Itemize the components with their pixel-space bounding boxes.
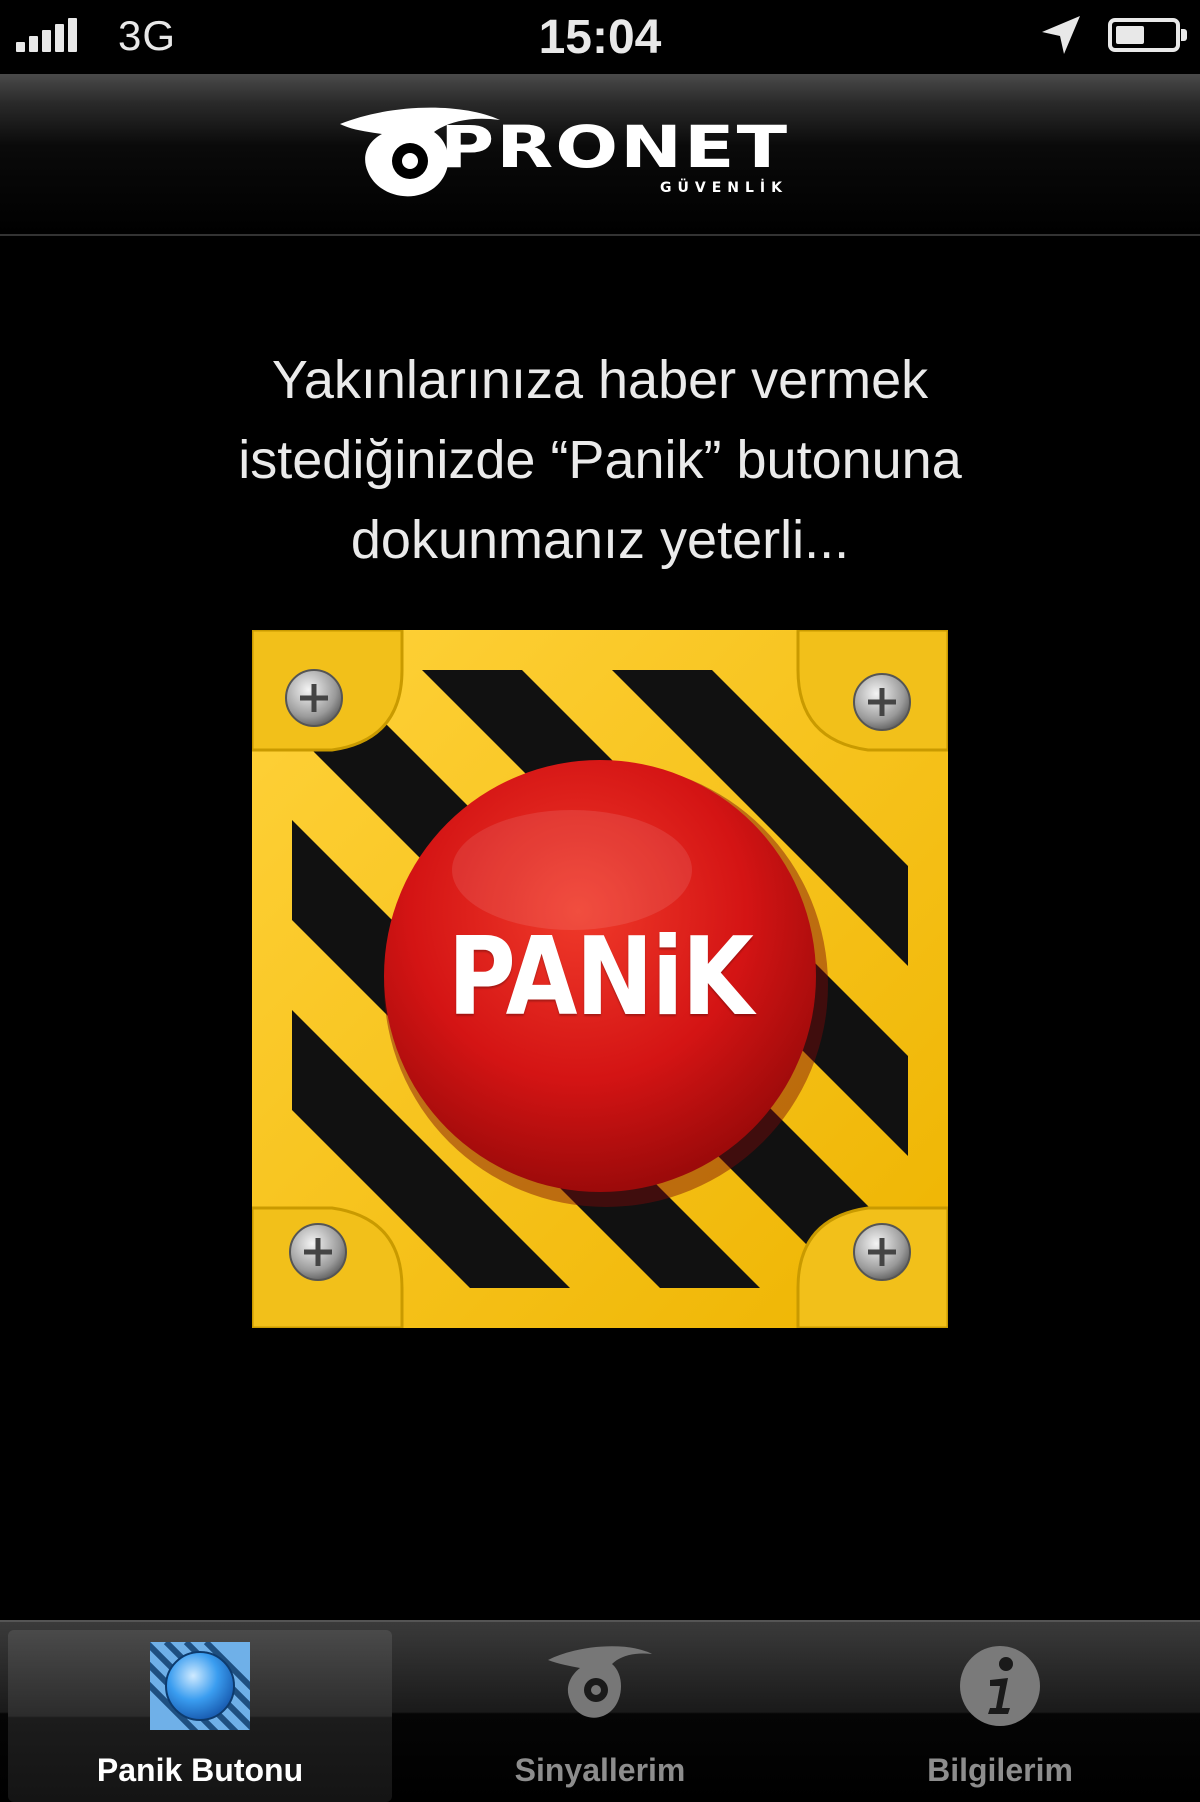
pronet-logo: PRONET GÜVENLİK	[330, 106, 870, 206]
status-bar: 3G 15:04	[0, 0, 1200, 74]
instruction-message: Yakınlarınıza haber vermek istediğinizde…	[100, 340, 1100, 580]
tab-label: Panik Butonu	[96, 1752, 304, 1788]
panic-button-icon	[150, 1642, 250, 1730]
tab-info[interactable]: Bilgilerim	[800, 1622, 1200, 1802]
status-time: 15:04	[538, 11, 662, 64]
location-arrow-icon	[1042, 16, 1080, 54]
eye-logo-icon	[548, 1646, 652, 1718]
panic-button[interactable]: PANiK	[252, 630, 948, 1328]
tab-label: Bilgilerim	[927, 1752, 1073, 1788]
message-line: dokunmanız yeterli...	[350, 510, 850, 570]
logo-subtext: GÜVENLİK	[660, 180, 788, 196]
logo-wordmark: PRONET	[440, 114, 790, 182]
tab-bar: Panik Butonu Sinyallerim Bilgilerim	[0, 1620, 1200, 1802]
message-line: istediğinizde “Panik” butonuna	[238, 430, 962, 490]
battery-icon	[1108, 18, 1187, 52]
battery-fill	[1116, 26, 1144, 44]
tab-panic-button[interactable]: Panik Butonu	[0, 1622, 400, 1802]
message-line: Yakınlarınıza haber vermek	[271, 350, 929, 410]
nav-header: PRONET GÜVENLİK	[0, 74, 1200, 236]
tab-signals[interactable]: Sinyallerim	[400, 1622, 800, 1802]
info-icon	[960, 1646, 1040, 1726]
hazard-panel	[252, 630, 948, 1328]
tab-label: Sinyallerim	[514, 1752, 686, 1788]
